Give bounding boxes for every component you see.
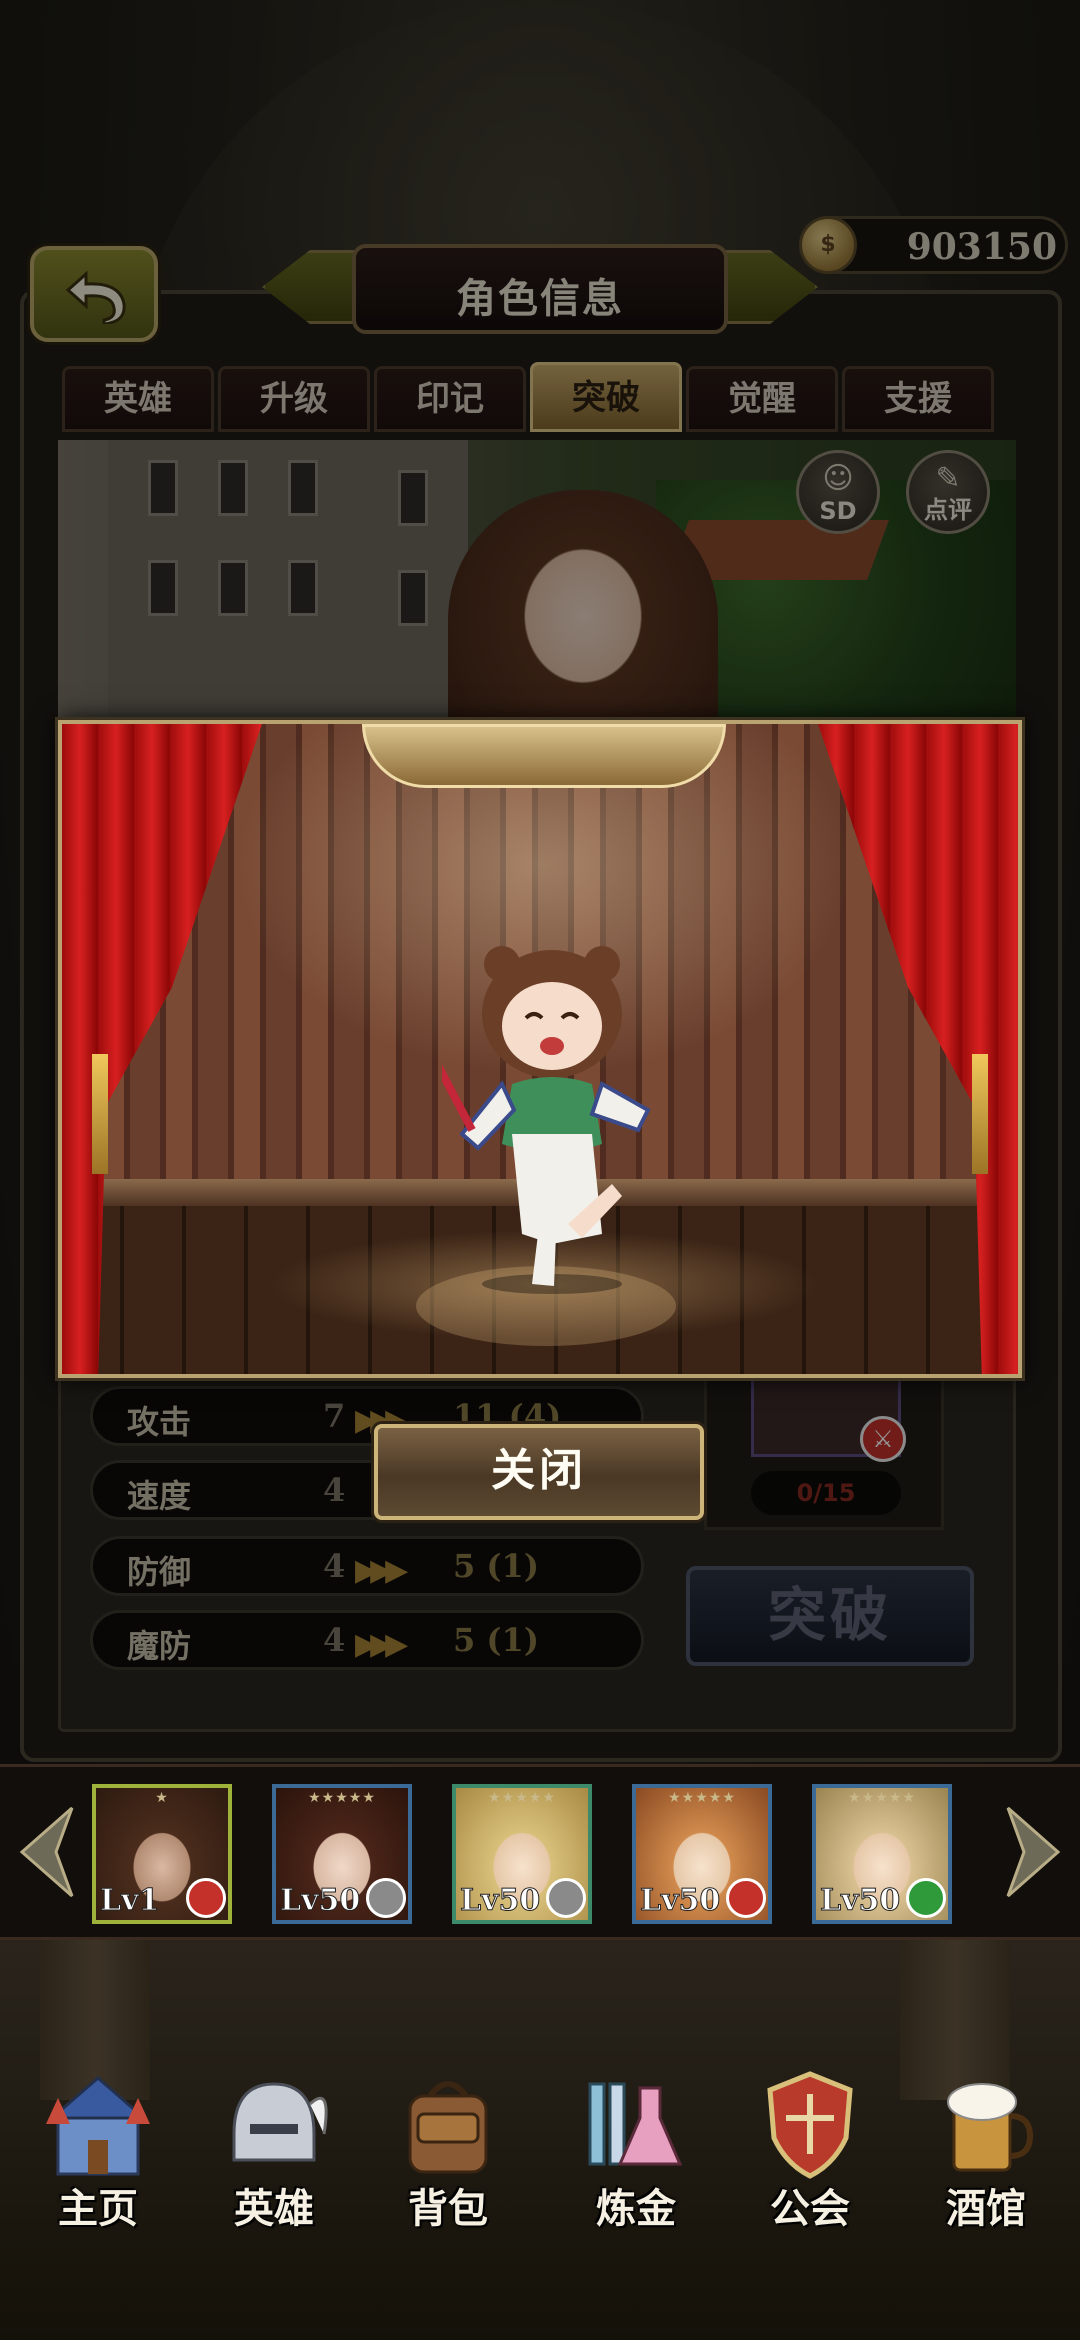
title-banner: 角色信息: [262, 244, 818, 334]
review-label: 点评: [924, 496, 972, 524]
background-building: [108, 440, 468, 726]
character-banner: ☺ SD ✎ 点评: [58, 440, 1016, 726]
magic-element-icon: [726, 1878, 766, 1918]
castle-icon: [46, 2076, 150, 2176]
hero-stars: ★★★★★: [488, 1790, 556, 1806]
nav-label: 炼金: [596, 2186, 676, 2232]
stat-name: 攻击: [127, 1403, 192, 1441]
sword-element-icon: ⚔: [860, 1416, 906, 1462]
stat-row-magic-defense: 魔防 4 ▶▶▶ 5 (1): [90, 1610, 644, 1670]
nav-label: 公会: [770, 2186, 850, 2232]
claw-element-icon: [366, 1878, 406, 1918]
nav-home[interactable]: 主页: [18, 2064, 178, 2240]
tassel-right: [972, 1054, 988, 1174]
gold-counter: $ 903150: [799, 216, 1068, 274]
stat-current: 4: [323, 1471, 346, 1509]
nature-element-icon: [906, 1878, 946, 1918]
window: [148, 460, 178, 516]
hero-card[interactable]: ★★★★★ Lv50: [632, 1784, 772, 1924]
page-title: 角色信息: [456, 276, 624, 322]
stat-next: 5 (1): [453, 1547, 539, 1585]
stat-row-defense: 防御 4 ▶▶▶ 5 (1): [90, 1536, 644, 1596]
tab-support[interactable]: 支援: [842, 366, 994, 432]
theater-valance: [362, 724, 726, 788]
stat-name: 防御: [127, 1553, 192, 1591]
guild-shield-icon: [767, 2071, 853, 2179]
nav-guild[interactable]: 公会: [730, 2064, 890, 2240]
hero-stars: ★: [155, 1790, 169, 1806]
nav-label: 背包: [408, 2186, 488, 2232]
screen: 角色信息 $ 903150 英雄 升级 印记 突破 觉醒 支援 ☺ SD ✎ 点…: [0, 0, 1080, 2340]
window: [398, 470, 428, 526]
back-arrow-icon: [65, 270, 126, 324]
close-button[interactable]: 关闭: [374, 1424, 704, 1520]
nav-label: 英雄: [234, 2186, 314, 2232]
claw-element-icon: [546, 1878, 586, 1918]
sd-label: SD: [819, 497, 857, 525]
tab-hero[interactable]: 英雄: [62, 366, 214, 432]
tab-breakthrough[interactable]: 突破: [530, 362, 682, 432]
nav-alchemy[interactable]: 炼金: [556, 2064, 716, 2240]
hero-stars: ★★★★★: [668, 1790, 736, 1806]
arrows-icon: ▶▶▶: [355, 1627, 408, 1662]
hero-level: Lv50: [279, 1883, 361, 1919]
nav-hero[interactable]: 英雄: [194, 2064, 354, 2240]
stat-current: 4: [323, 1621, 346, 1659]
nav-label: 主页: [58, 2186, 138, 2232]
window: [288, 560, 318, 616]
tab-upgrade[interactable]: 升级: [218, 366, 370, 432]
nav-tavern[interactable]: 酒馆: [906, 2064, 1066, 2240]
tassel-left: [92, 1054, 108, 1174]
character-portrait: [448, 490, 718, 726]
hero-card[interactable]: ★★★★★ Lv50: [272, 1784, 412, 1924]
tab-bar: 英雄 升级 印记 突破 觉醒 支援: [62, 362, 994, 432]
helmet-icon: [232, 2082, 328, 2162]
window: [218, 460, 248, 516]
stat-current: 7: [323, 1397, 346, 1435]
hero-level: Lv50: [639, 1883, 721, 1919]
window: [398, 570, 428, 626]
gold-amount: 903150: [906, 226, 1057, 268]
sd-button[interactable]: ☺ SD: [796, 450, 880, 534]
back-button[interactable]: [30, 246, 158, 342]
tab-mark[interactable]: 印记: [374, 366, 526, 432]
beer-mug-icon: [947, 2083, 1034, 2172]
window: [218, 560, 248, 616]
arrows-icon: ▶▶▶: [355, 1553, 408, 1588]
nav-label: 酒馆: [946, 2186, 1026, 2232]
gold-coin-icon: $: [799, 216, 857, 274]
hero-level: Lv50: [819, 1883, 901, 1919]
window: [288, 460, 318, 516]
nav-backpack[interactable]: 背包: [368, 2064, 528, 2240]
hero-stars: ★★★★★: [308, 1790, 376, 1806]
hero-level: Lv1: [99, 1883, 160, 1919]
hero-card[interactable]: ★★★★★ Lv50: [812, 1784, 952, 1924]
sword-element-icon: [186, 1878, 226, 1918]
chibi-character-sprite: [442, 946, 651, 1294]
stat-next: 5 (1): [453, 1621, 539, 1659]
hero-card[interactable]: ★★★★★ Lv50: [452, 1784, 592, 1924]
strip-right-arrow-icon[interactable]: [998, 1804, 1068, 1900]
breakthrough-button[interactable]: 突破: [686, 1566, 974, 1666]
hero-card[interactable]: ★ Lv1: [92, 1784, 232, 1924]
tab-awaken[interactable]: 觉醒: [686, 366, 838, 432]
title-plate: 角色信息: [352, 244, 728, 334]
flask-icon: [588, 2082, 683, 2166]
chibi-icon: ☺: [822, 461, 854, 496]
strip-left-arrow-icon[interactable]: [12, 1804, 82, 1900]
hero-stars: ★★★★★: [848, 1790, 916, 1806]
stat-name: 魔防: [127, 1627, 192, 1665]
sd-theater-modal: [58, 720, 1022, 1378]
stat-current: 4: [323, 1547, 346, 1585]
stat-name: 速度: [127, 1477, 192, 1515]
material-count: 0/15: [751, 1471, 901, 1515]
window: [148, 560, 178, 616]
hero-level: Lv50: [459, 1883, 541, 1919]
backpack-icon: [408, 2081, 488, 2174]
review-button[interactable]: ✎ 点评: [906, 450, 990, 534]
